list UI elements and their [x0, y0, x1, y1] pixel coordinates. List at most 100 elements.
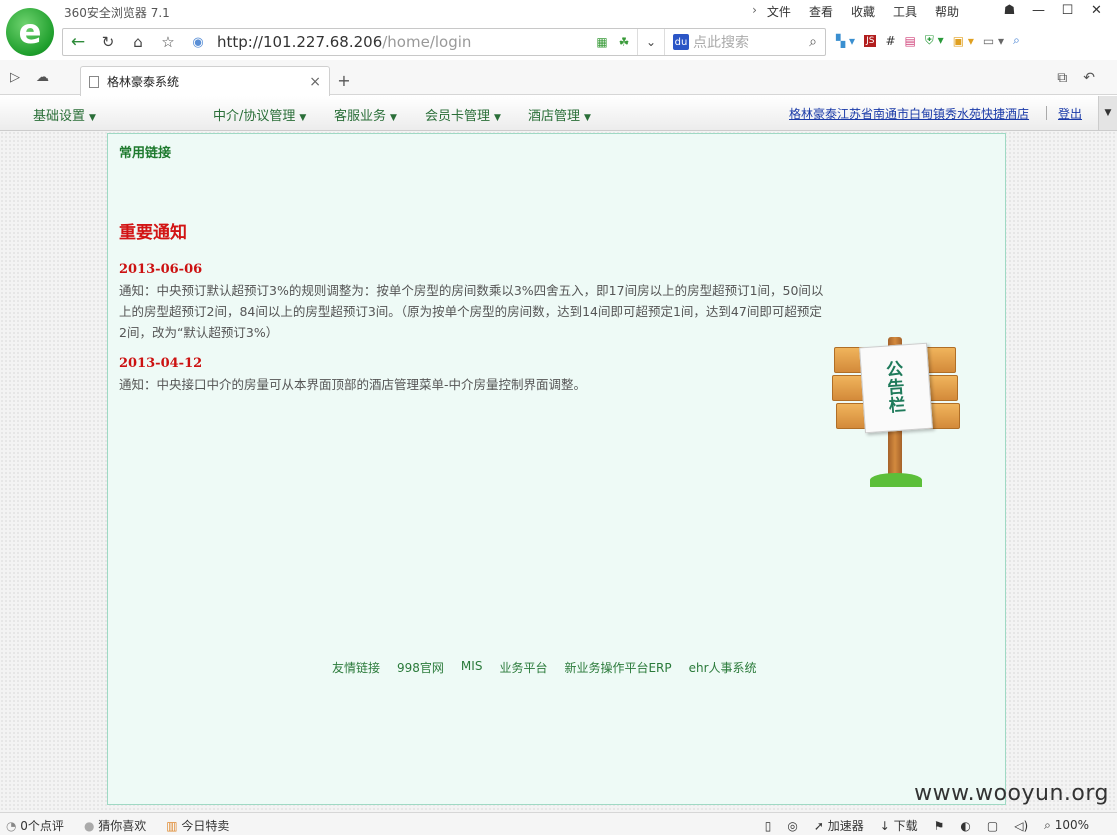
refresh-icon[interactable]: ↻ [93, 29, 123, 55]
notes-extension-icon[interactable]: ▤ [905, 34, 916, 48]
caret-down-icon: ▼ [584, 113, 591, 123]
nav-divider [1046, 106, 1047, 120]
menu-tools[interactable]: 工具 [893, 3, 917, 20]
footer-link-business[interactable]: 业务平台 [499, 659, 547, 676]
notice-text: 通知：中央接口中介的房量可从本界面顶部的酒店管理菜单-中介房量控制界面调整。 [119, 377, 587, 392]
search-icon[interactable]: ⌕ [809, 34, 817, 50]
guess-label: 猜你喜欢 [98, 819, 147, 833]
accelerator-item[interactable]: ➚ 加速器 [814, 817, 864, 834]
ie-mode-icon[interactable]: ◎ [787, 819, 797, 833]
browser-menu: › 文件 查看 收藏 工具 帮助 [752, 3, 959, 20]
nav-label: 客服业务 [334, 109, 387, 124]
download-item[interactable]: ↓ 下载 [880, 817, 918, 834]
page-icon [89, 75, 99, 88]
phone-icon[interactable]: ▯ [765, 819, 772, 833]
menu-favorites[interactable]: 收藏 [851, 3, 875, 20]
address-bar: ← ↻ ⌂ ☆ ◉ http://101.227.68.206/home/log… [62, 28, 826, 56]
volume-icon[interactable]: ◁) [1014, 819, 1028, 833]
search-input[interactable]: du 点此搜索 ⌕ [667, 32, 825, 52]
nav-label: 会员卡管理 [425, 109, 491, 124]
url-host: http://101.227.68.206 [217, 33, 383, 51]
zoom-item[interactable]: ⌕ 100% [1044, 818, 1089, 833]
board-paper: 公 告 栏 [859, 342, 933, 434]
menu-expand-icon[interactable]: › [752, 3, 757, 20]
site-nav: 基础设置 ▼ 中介/协议管理 ▼ 客服业务 ▼ 会员卡管理 ▼ 酒店管理 ▼ 格林豪泰江苏… [0, 96, 1117, 131]
js-extension-icon[interactable]: JS [864, 34, 877, 47]
gift-extension-icon[interactable]: ▣ ▾ [953, 34, 974, 48]
title-bar: 360安全浏览器 7.1 › 文件 查看 收藏 工具 帮助 ☗ — ☐ ✕ [0, 0, 1117, 24]
nav-label: 酒店管理 [528, 109, 581, 124]
menu-help[interactable]: 帮助 [935, 3, 959, 20]
notice-text: 通知：中央预订默认超预订3%的规则调整为：按单个房型的房间数乘以3%四舍五入，即… [119, 283, 824, 340]
nav-customer-service[interactable]: 客服业务 ▼ [334, 105, 397, 124]
logout-link[interactable]: 登出 [1058, 105, 1082, 122]
hotel-name-link[interactable]: 格林豪泰江苏省南通市白甸镇秀水苑快捷酒店 [789, 105, 1029, 122]
search-divider [664, 29, 665, 55]
caret-down-icon: ▼ [299, 113, 307, 123]
nav-hotel-management[interactable]: 酒店管理 ▼ [528, 105, 591, 124]
zoom-icon: ⌕ [1044, 818, 1055, 832]
watermark: www.wooyun.org [914, 781, 1109, 806]
guess-item[interactable]: ● 猜你喜欢 [84, 817, 146, 834]
zoom-level: 100% [1054, 818, 1089, 832]
site-info-icon[interactable]: ◉ [183, 29, 213, 55]
app-title: 360安全浏览器 7.1 [64, 6, 170, 20]
nav-agency-management[interactable]: 中介/协议管理 ▼ [213, 105, 306, 124]
apps-grid-icon[interactable]: ▚ ▾ [836, 34, 855, 48]
deals-item[interactable]: ▥ 今日特卖 [166, 817, 229, 834]
reviews-icon: ◔ [6, 819, 21, 833]
deals-label: 今日特卖 [181, 819, 230, 833]
browser-mode-icon[interactable]: ◐ [960, 819, 970, 833]
new-tab-button[interactable]: + [334, 70, 354, 90]
footer-link-998[interactable]: 998官网 [397, 659, 444, 676]
shield-icon[interactable]: ⛨ ▾ [925, 33, 944, 48]
window-controls: ☗ — ☐ ✕ [995, 0, 1111, 20]
address-tools: ▦ ☘ ⌄ du 点此搜索 ⌕ [591, 29, 825, 55]
undo-close-icon[interactable]: ↶ [1083, 70, 1095, 86]
bookmark-star-icon[interactable]: ☆ [153, 29, 183, 55]
maximize-button[interactable]: ☐ [1053, 0, 1082, 20]
address-divider [637, 29, 638, 55]
hash-extension-icon[interactable]: # [885, 34, 895, 48]
footer-link-ehr[interactable]: ehr人事系统 [689, 659, 757, 676]
tab-close-icon[interactable]: × [309, 74, 321, 90]
footer-link-mis[interactable]: MIS [461, 659, 483, 676]
reviews-item[interactable]: ◔ 0个点评 [6, 817, 64, 834]
flag-icon[interactable]: ⚑ [934, 819, 945, 833]
nav-dropdown-icon[interactable]: ▼ [1098, 96, 1117, 130]
reviews-label: 0个点评 [20, 819, 64, 833]
menu-file[interactable]: 文件 [767, 3, 791, 20]
skin-icon[interactable]: ☗ [995, 0, 1024, 20]
status-right: ▯ ◎ ➚ 加速器 ↓ 下载 ⚑ ◐ ▢ ◁) ⌕ 100% [765, 817, 1089, 834]
screenshot-icon[interactable]: ▭ ▾ [983, 34, 1004, 48]
caret-down-icon: ▼ [89, 113, 96, 123]
search-engine-icon[interactable]: du [673, 34, 689, 50]
qrcode-icon[interactable]: ▦ [591, 35, 613, 49]
close-window-button[interactable]: ✕ [1082, 0, 1111, 20]
back-arrow-icon[interactable]: ← [63, 29, 93, 55]
compat-mode-icon[interactable]: ☘ [613, 35, 635, 49]
tab-tools-right: ⧉ ↶ [1057, 70, 1095, 86]
zoom-search-icon[interactable]: ⌕ [1013, 33, 1020, 48]
notice-title: 重要通知 [119, 223, 187, 243]
chevron-down-icon[interactable]: ⌄ [640, 35, 662, 49]
sidebar-toggle-icon[interactable]: ▷ [10, 70, 20, 85]
minimize-button[interactable]: — [1024, 0, 1053, 20]
url-input[interactable]: http://101.227.68.206/home/login [217, 33, 471, 51]
tab-list-icon[interactable]: ⧉ [1057, 70, 1067, 86]
download-icon: ↓ [879, 819, 894, 833]
menu-view[interactable]: 查看 [809, 3, 833, 20]
notice-date: 2013-04-12 [119, 356, 203, 371]
footer-link-erp[interactable]: 新业务操作平台ERP [564, 659, 671, 676]
status-bar: ◔ 0个点评 ● 猜你喜欢 ▥ 今日特卖 ▯ ◎ ➚ 加速器 ↓ 下载 ⚑ ◐ … [0, 812, 1117, 835]
content-panel: 常用链接 重要通知 2013-06-06 通知：中央预订默认超预订3%的规则调整… [107, 133, 1006, 805]
nav-basic-settings[interactable]: 基础设置 ▼ [33, 105, 96, 124]
tab-active[interactable]: 格林豪泰系统 × [80, 66, 330, 96]
cloud-icon[interactable]: ☁ [36, 70, 49, 85]
nav-member-card[interactable]: 会员卡管理 ▼ [425, 105, 501, 124]
nav-label: 中介/协议管理 [213, 109, 296, 124]
home-icon[interactable]: ⌂ [123, 29, 153, 55]
address-row: ← ↻ ⌂ ☆ ◉ http://101.227.68.206/home/log… [0, 24, 1117, 60]
extensions-bar: ▚ ▾ JS # ▤ ⛨ ▾ ▣ ▾ ▭ ▾ ⌕ [836, 33, 1020, 48]
window-icon[interactable]: ▢ [987, 819, 998, 833]
